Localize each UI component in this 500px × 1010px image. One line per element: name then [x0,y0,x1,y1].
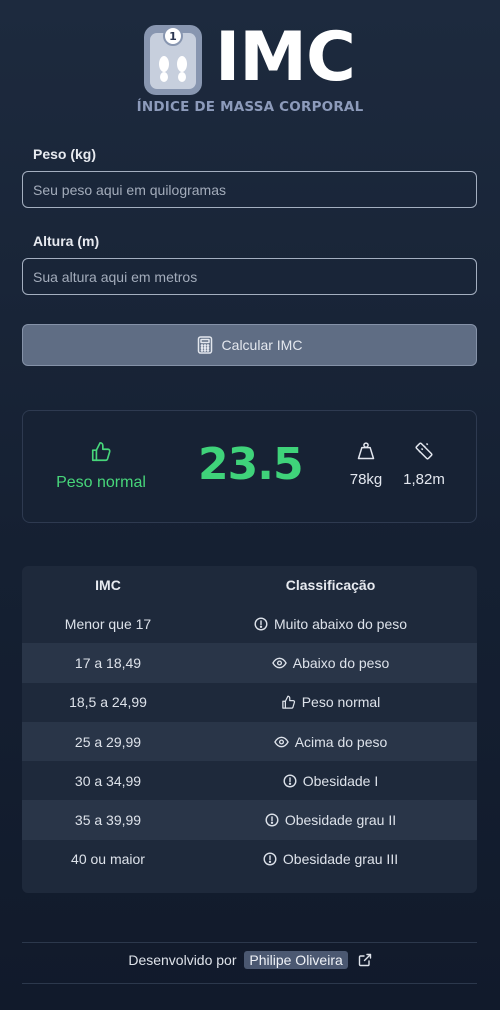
row-range: 40 ou maior [71,851,145,868]
height-input[interactable] [22,258,477,295]
alert-circle-icon [254,617,268,631]
weight-icon [357,442,375,460]
result-card: Peso normal 23.5 78kg 1,82m [22,410,477,523]
eye-icon [273,736,289,747]
footer-divider-bottom [22,983,477,984]
result-status: Peso normal [53,441,149,492]
weight-input[interactable] [22,171,477,208]
row-range: 25 a 29,99 [74,733,142,750]
row-classification-label: Obesidade grau II [284,812,397,829]
row-classification: Obesidade I [194,773,477,789]
thumbs-up-icon [281,695,295,709]
table-row: 30 a 34,99 Obesidade I [22,761,477,801]
row-classification: Muito abaixo do peso [194,616,477,632]
author-link[interactable]: Philipe Oliveira [244,951,348,969]
alert-circle-icon [283,774,297,788]
bathroom-scale-icon: 1 [144,25,202,95]
footer-divider-top [22,942,477,943]
row-classification: Abaixo do peso [194,655,477,671]
ruler-icon [415,442,433,460]
alert-circle-icon [263,852,277,866]
logo-subtitle: ÍNDICE DE MASSA CORPORAL [136,99,364,115]
table-row: 18,5 a 24,99 Peso normal [22,682,477,722]
logo-title: IMC [215,18,356,97]
table-row: 35 a 39,99 Obesidade grau II [22,800,477,840]
height-value: 1,82m [403,471,445,488]
thumbs-up-icon [91,442,111,462]
row-classification: Peso normal [194,694,477,710]
weight-value: 78kg [349,471,383,488]
row-classification-label: Abaixo do peso [292,654,390,671]
row-classification: Acima do peso [194,734,477,750]
calculate-button-label: Calcular IMC [221,337,303,353]
calculator-icon [197,336,212,354]
table-row: 40 ou maior Obesidade grau III [22,839,477,880]
height-metric: 1,82m [398,441,450,488]
row-range: Menor que 17 [64,615,152,632]
row-classification-label: Acima do peso [294,733,388,750]
svg-text:1: 1 [169,30,177,43]
row-classification-label: Obesidade grau III [282,851,399,868]
height-label: Altura (m) [33,233,100,249]
app-logo: 1 IMC ÍNDICE DE MASSA CORPORAL [0,18,500,120]
row-range: 17 a 18,49 [74,654,142,671]
table-row: Menor que 17 Muito abaixo do peso [22,604,477,644]
calculate-button[interactable]: Calcular IMC [22,324,477,366]
row-classification: Obesidade grau II [194,812,477,828]
row-classification-label: Obesidade I [302,772,379,789]
table-row: 25 a 29,99 Acima do peso [22,721,477,762]
weight-label: Peso (kg) [33,146,97,162]
header-imc: IMC [95,577,121,593]
row-classification-label: Muito abaixo do peso [273,615,408,632]
table-header: IMC Classificação [22,566,477,604]
alert-circle-icon [265,813,279,827]
footer: Desenvolvido por Philipe Oliveira [0,951,500,969]
external-link-icon[interactable] [358,953,372,967]
table-row: 17 a 18,49 Abaixo do peso [22,643,477,683]
weight-metric: 78kg [343,441,389,488]
result-status-label: Peso normal [56,474,146,491]
row-classification-label: Peso normal [301,694,381,711]
row-range: 30 a 34,99 [74,772,142,789]
row-range: 35 a 39,99 [74,812,142,829]
bmi-table: IMC Classificação Menor que 17 Muito aba… [22,566,477,893]
row-classification: Obesidade grau III [194,851,477,867]
eye-icon [271,657,287,669]
header-classification: Classificação [285,577,376,593]
row-range: 18,5 a 24,99 [69,694,147,711]
footer-prefix: Desenvolvido por [128,952,237,968]
bmi-value: 23.5 [198,439,304,490]
